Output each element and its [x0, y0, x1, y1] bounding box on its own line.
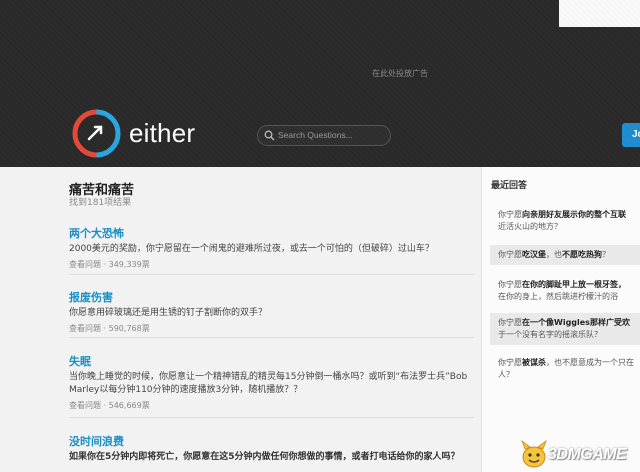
answer-rest: 近活火山的地方？ [498, 222, 562, 231]
question-description: 你愿意用碎玻璃还是用生锈的钉子割断你的双手？ [69, 308, 268, 318]
question-item: 报废伤害 你愿意用碎玻璃还是用生锈的钉子割断你的双手？ 查看问题 · 590,7… [69, 289, 479, 334]
main-content: 痛苦和痛苦 找到181项结果 两个大恐怖 2000美元的奖励，你宁愿留在一个闹鬼… [0, 167, 481, 472]
answer-choice: 在你的脚趾甲上放一根牙签， [522, 280, 626, 289]
answer-prefix: 你宁愿 [498, 250, 522, 259]
question-meta[interactable]: 查看问题 · 349,339票 [69, 259, 479, 270]
question-description: 2000美元的奖励，你宁愿留在一个闹鬼的避难所过夜，或去一个可怕的（但破碎）过山… [69, 244, 434, 254]
divider [69, 417, 474, 418]
recent-answer-item[interactable]: 你宁愿在一个像Wiggles那样广受欢 于一个没有名字的摇滚乐队？ [490, 313, 640, 345]
sidebar-title: 最近回答 [491, 181, 528, 191]
recent-answer-item[interactable]: 你宁愿向亲朋好友展示你的整个互联 近活火山的地方？ [490, 205, 640, 237]
question-meta[interactable]: 查看问题 · 546,669票 [69, 400, 479, 411]
answer-rest: 在你的身上，然后跳进柠檬汁的浴 [498, 292, 618, 301]
search-placeholder: Search Questions... [278, 130, 353, 140]
question-description: 当你晚上睡觉的时候，你愿意让一个精神错乱的精灵每15分钟倒一桶水吗？或听到“布法… [69, 372, 468, 395]
answer-rest: ？ [602, 250, 610, 259]
question-description: 如果你在5分钟内即将死亡，你愿意在这5分钟内做任何你想做的事情，或者打电话给你的… [69, 452, 460, 462]
answer-mid: ，也 [546, 250, 562, 259]
question-title-link[interactable]: 报废伤害 [69, 289, 479, 305]
join-button[interactable]: Jo [622, 123, 640, 147]
recent-answer-item[interactable]: 你宁愿在你的脚趾甲上放一根牙签， 在你的身上，然后跳进柠檬汁的浴 [490, 275, 640, 307]
watermark-text: 3DMGAME [548, 446, 627, 463]
answer-prefix: 你宁愿 [498, 280, 522, 289]
answer-prefix: 你宁愿 [498, 358, 522, 367]
answer-prefix: 你宁愿 [498, 210, 522, 219]
answer-rest: 人？ [498, 370, 514, 379]
ad-banner-slot[interactable] [559, 0, 640, 27]
answer-prefix: 你宁愿 [498, 318, 522, 327]
answer-rest: 于一个没有名字的摇滚乐队？ [498, 330, 602, 339]
question-title-link[interactable]: 没时间浪费 [69, 433, 479, 449]
answer-choice: 向亲朋好友展示你的整个互联 [522, 210, 626, 219]
recent-answer-item[interactable]: 你宁愿吃汉堡，也不愿吃热狗？ [490, 245, 640, 265]
search-icon [264, 130, 275, 141]
question-item: 失眠 当你晚上睡觉的时候，你愿意让一个精神错乱的精灵每15分钟倒一桶水吗？或听到… [69, 353, 479, 411]
search-input[interactable]: Search Questions... [257, 125, 391, 146]
brand-name[interactable]: either [129, 118, 195, 149]
question-title-link[interactable]: 两个大恐怖 [69, 225, 479, 241]
divider [69, 274, 474, 275]
divider [69, 337, 474, 338]
either-logo-icon[interactable] [71, 108, 122, 159]
answer-choice: 吃汉堡 [522, 250, 546, 259]
question-item: 没时间浪费 如果你在5分钟内即将死亡，你愿意在这5分钟内做任何你想做的事情，或者… [69, 433, 479, 464]
result-count: 找到181项结果 [69, 198, 132, 208]
answer-alternative: 不愿吃热狗 [562, 250, 602, 259]
site-header: 在此处投放广告 either Search Questions... Jo [0, 0, 640, 167]
answer-rest-inline: ，也不愿意成为一个只在 [546, 358, 634, 367]
answer-choice: 被谋杀 [522, 358, 546, 367]
recent-answers-sidebar: 最近回答 你宁愿向亲朋好友展示你的整个互联 近活火山的地方？ 你宁愿吃汉堡，也不… [481, 167, 640, 472]
recent-answer-item[interactable]: 你宁愿被谋杀，也不愿意成为一个只在 人？ [490, 353, 640, 385]
answer-choice: 在一个像Wiggles那样广受欢 [522, 318, 630, 327]
ad-placeholder-text[interactable]: 在此处投放广告 [372, 68, 428, 79]
question-meta[interactable]: 查看问题 · 590,768票 [69, 323, 479, 334]
question-title-link[interactable]: 失眠 [69, 353, 479, 369]
question-item: 两个大恐怖 2000美元的奖励，你宁愿留在一个闹鬼的避难所过夜，或去一个可怕的（… [69, 225, 479, 270]
